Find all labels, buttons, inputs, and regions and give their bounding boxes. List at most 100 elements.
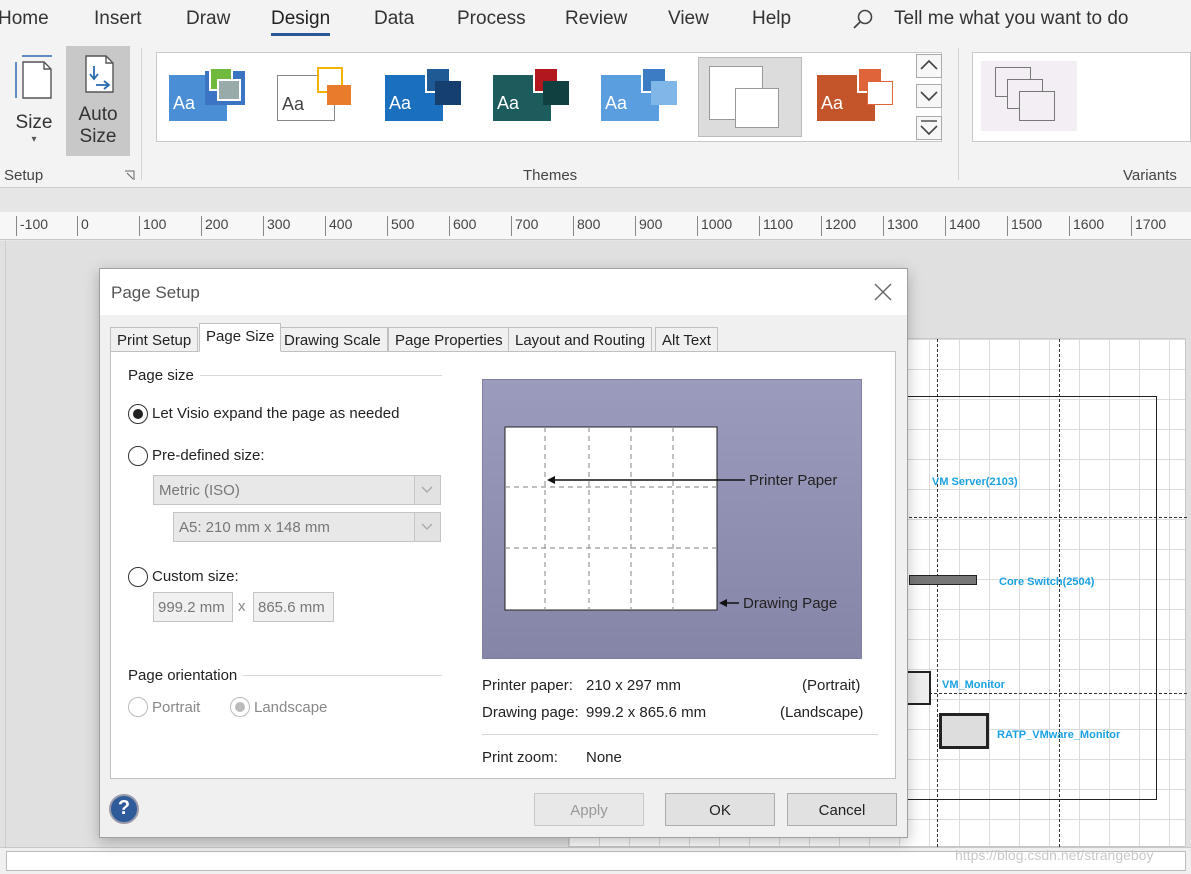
theme-navy[interactable]: Aa	[385, 63, 477, 133]
tab-insert[interactable]: Insert	[94, 8, 142, 30]
variants-gallery	[972, 52, 1191, 142]
diagram-label: RATP_VMware_Monitor	[997, 729, 1121, 741]
theme-teal[interactable]: Aa	[493, 63, 585, 133]
ruler-tick: 800	[573, 216, 600, 236]
preview-drawing-page-label: Drawing Page	[743, 595, 838, 612]
ruler-tick: 0	[77, 216, 89, 236]
theme-plain-selected[interactable]	[698, 57, 802, 137]
ruler-tick: 1200	[821, 216, 856, 236]
page-size-section-label: Page size	[128, 367, 200, 384]
chevron-down-icon	[414, 513, 440, 541]
tab-process[interactable]: Process	[457, 8, 526, 30]
radio-expand-page-label[interactable]: Let Visio expand the page as needed	[152, 405, 399, 422]
setup-group-label: Setup	[4, 167, 44, 184]
radio-landscape-label[interactable]: Landscape	[254, 699, 327, 716]
tab-drawing-scale[interactable]: Drawing Scale	[277, 327, 388, 352]
search-icon[interactable]	[852, 8, 874, 30]
theme-light-blue[interactable]: Aa	[601, 63, 693, 133]
monitor-shape[interactable]	[905, 671, 931, 705]
ribbon-tab-bar: Home Insert Draw Design Data Process Rev…	[0, 0, 1191, 40]
tab-home[interactable]: Home	[0, 8, 49, 30]
gallery-scroll-up-button[interactable]	[916, 54, 942, 78]
dialog-launcher-icon[interactable]	[124, 170, 135, 181]
ruler-tick: 600	[449, 216, 476, 236]
tab-review[interactable]: Review	[565, 8, 627, 30]
radio-portrait-label[interactable]: Portrait	[152, 699, 200, 716]
preview-printer-paper-label: Printer Paper	[749, 472, 838, 489]
theme-orange[interactable]: Aa	[817, 63, 909, 133]
print-zoom-value: None	[586, 749, 622, 766]
auto-size-icon	[85, 55, 114, 93]
apply-button[interactable]: Apply	[534, 793, 644, 826]
radio-expand-page[interactable]	[128, 404, 148, 424]
theme-blue[interactable]: Aa	[169, 63, 261, 133]
printer-paper-label: Printer paper:	[482, 677, 573, 694]
dialog-title-bar[interactable]: Page Setup	[100, 269, 907, 315]
radio-predefined-size-label[interactable]: Pre-defined size:	[152, 447, 265, 464]
ok-button[interactable]: OK	[665, 793, 775, 826]
custom-width-field[interactable]: 999.2 mm	[153, 592, 233, 622]
tab-design[interactable]: Design	[271, 8, 331, 36]
size-button[interactable]: Size ▾	[8, 52, 60, 162]
radio-predefined-size[interactable]	[128, 446, 148, 466]
ruler-tick: 200	[201, 216, 228, 236]
tab-alt-text[interactable]: Alt Text	[655, 327, 718, 352]
ruler-tick: 300	[263, 216, 290, 236]
switch-shape[interactable]	[909, 575, 977, 585]
variant-option[interactable]	[981, 61, 1077, 131]
ruler-tick: 1600	[1069, 216, 1104, 236]
diagram-label: VM_Monitor	[942, 679, 1005, 691]
close-icon[interactable]	[870, 279, 896, 305]
predefined-standard-value: Metric (ISO)	[159, 482, 240, 499]
ruler-tick: 1400	[945, 216, 980, 236]
cancel-button[interactable]: Cancel	[787, 793, 897, 826]
ruler-tick: 1500	[1007, 216, 1042, 236]
printer-paper-orientation: (Portrait)	[802, 677, 861, 694]
tab-draw[interactable]: Draw	[186, 8, 230, 30]
ruler-tick: 1300	[883, 216, 918, 236]
horizontal-ruler: -100 0 100 200 300 400 500 600 700 800 9…	[0, 212, 1191, 240]
ruler-tick: 1700	[1131, 216, 1166, 236]
radio-custom-size[interactable]	[128, 567, 148, 587]
page-size-icon	[15, 55, 52, 99]
group-separator	[958, 48, 959, 180]
chevron-down-icon	[920, 91, 938, 102]
tab-help[interactable]: Help	[752, 8, 791, 30]
chevron-down-icon: ▾	[31, 134, 37, 145]
tab-print-setup[interactable]: Print Setup	[110, 327, 199, 352]
gallery-scroll-down-button[interactable]	[916, 84, 942, 108]
tell-me-search[interactable]: Tell me what you want to do	[894, 8, 1128, 30]
canvas-edge	[5, 241, 6, 847]
tab-data[interactable]: Data	[374, 8, 414, 30]
radio-portrait[interactable]	[128, 697, 148, 717]
tab-page-properties[interactable]: Page Properties	[388, 327, 510, 352]
ruler-tick: 900	[635, 216, 662, 236]
page-orientation-section-label: Page orientation	[128, 667, 244, 684]
section-divider	[482, 734, 878, 735]
size-separator: x	[238, 598, 246, 615]
ruler-tick: 100	[139, 216, 166, 236]
auto-size-label-2: Size	[79, 126, 117, 147]
watermark: https://blog.csdn.net/strangeboy	[955, 847, 1154, 863]
page-preview-diagram	[504, 426, 745, 611]
printer-paper-value: 210 x 297 mm	[586, 677, 682, 694]
custom-height-field[interactable]: 865.6 mm	[253, 592, 334, 622]
gallery-more-button[interactable]	[916, 116, 942, 140]
variants-group-label: Variants	[1123, 167, 1177, 184]
radio-landscape[interactable]	[230, 697, 250, 717]
drawing-page-label: Drawing page:	[482, 704, 579, 721]
custom-height-value: 865.6 mm	[258, 599, 325, 616]
themes-group-label: Themes	[523, 167, 578, 184]
radio-custom-size-label[interactable]: Custom size:	[152, 568, 239, 585]
theme-white[interactable]: Aa	[277, 63, 369, 133]
dialog-title: Page Setup	[111, 283, 200, 302]
help-button[interactable]: ?	[109, 794, 139, 824]
auto-size-button[interactable]: Auto Size	[66, 46, 130, 156]
auto-size-label: Auto	[78, 104, 118, 125]
predefined-size-select[interactable]: A5: 210 mm x 148 mm	[173, 512, 441, 542]
tab-view[interactable]: View	[668, 8, 709, 30]
predefined-standard-select[interactable]: Metric (ISO)	[153, 475, 441, 505]
monitor-shape[interactable]	[939, 713, 989, 749]
tab-layout-and-routing[interactable]: Layout and Routing	[508, 327, 653, 352]
tab-page-size[interactable]: Page Size	[199, 323, 282, 352]
